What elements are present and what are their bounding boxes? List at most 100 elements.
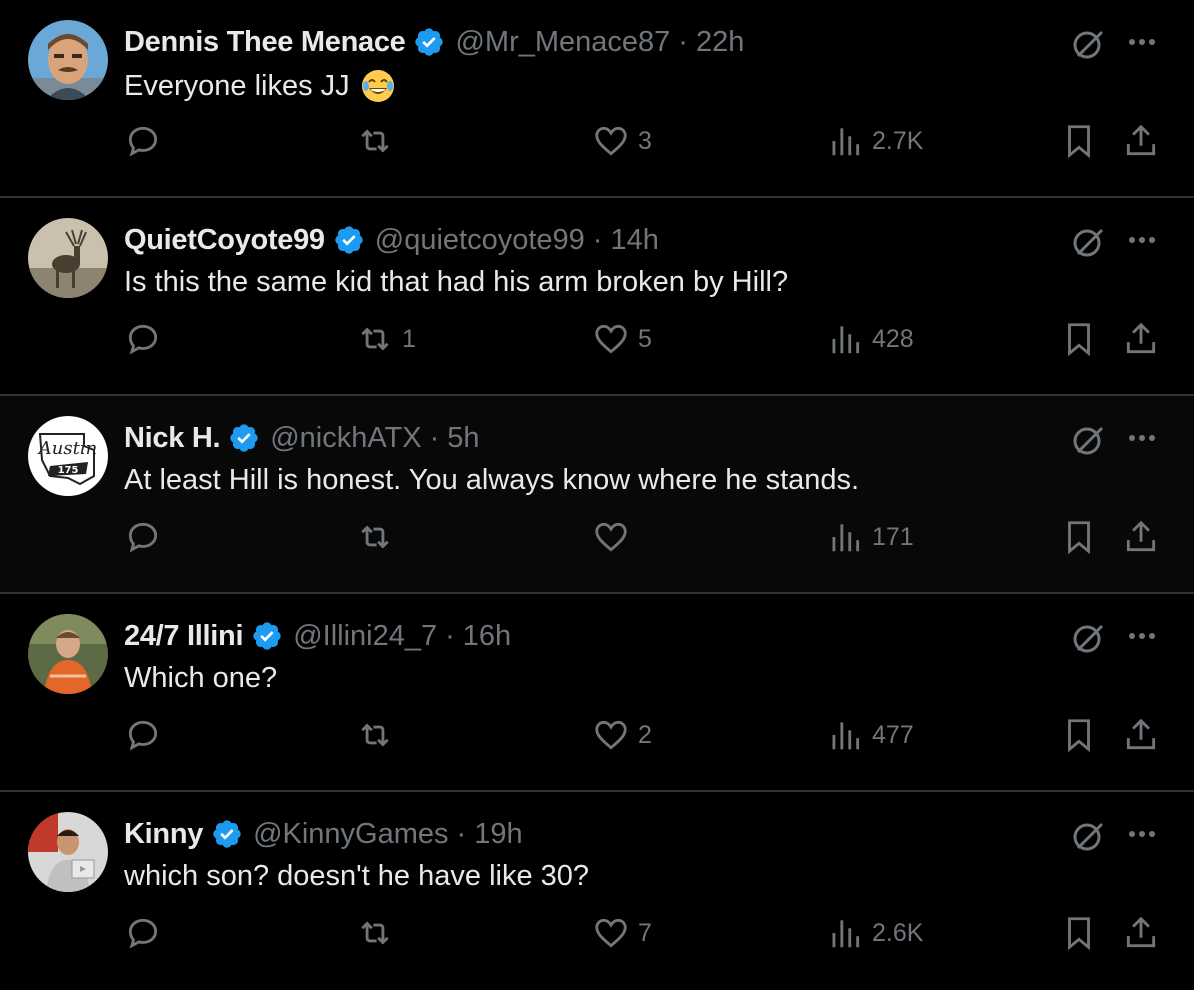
repost-icon	[361, 525, 389, 549]
like-button[interactable]: 2	[592, 716, 652, 754]
reply-button[interactable]	[124, 914, 170, 952]
like-button[interactable]	[592, 518, 638, 556]
repost-button[interactable]	[356, 716, 402, 754]
action-bar: 7 2.6K	[0, 902, 1194, 962]
action-bar: 1 5 428	[0, 308, 1194, 368]
post-text-row: Everyone likes JJ	[124, 68, 396, 104]
verified-badge-icon	[415, 28, 444, 56]
post-header: Nick H. @nickhATX · 5h	[124, 418, 480, 458]
avatar[interactable]	[28, 812, 108, 892]
separator-dot: ·	[592, 223, 603, 256]
avatar[interactable]	[28, 218, 108, 298]
author-handle[interactable]: @quietcoyote99	[375, 224, 585, 257]
share-button[interactable]	[1122, 320, 1160, 358]
bookmark-button[interactable]	[1060, 122, 1098, 160]
share-icon	[1126, 322, 1156, 354]
verified-badge-icon	[230, 424, 258, 452]
more-options-icon[interactable]	[1124, 432, 1160, 444]
avatar[interactable]: Austin 175	[28, 416, 108, 496]
heart-icon	[595, 126, 627, 156]
post[interactable]: Kinny @KinnyGames · 19h which son? doesn…	[0, 792, 1194, 990]
separator-dot: ·	[678, 25, 688, 58]
bookmark-button[interactable]	[1060, 914, 1098, 952]
grok-icon[interactable]	[1070, 818, 1106, 854]
repost-button[interactable]	[356, 122, 402, 160]
author-name[interactable]: QuietCoyote99	[124, 224, 325, 257]
repost-icon	[361, 723, 389, 747]
grok-icon[interactable]	[1070, 620, 1106, 656]
post-text: Is this the same kid that had his arm br…	[124, 266, 789, 298]
more-options-icon[interactable]	[1124, 36, 1160, 48]
repost-button[interactable]	[356, 914, 402, 952]
post-time[interactable]: 14h	[610, 224, 658, 257]
heart-icon	[595, 720, 627, 750]
post-header: 24/7 Illini @Illini24_7 · 16h	[124, 616, 511, 656]
views-icon	[832, 524, 860, 552]
like-button[interactable]: 5	[592, 320, 652, 358]
author-name[interactable]: Nick H.	[124, 422, 221, 455]
post-text-row: Is this the same kid that had his arm br…	[124, 266, 788, 299]
share-button[interactable]	[1122, 518, 1160, 556]
grok-icon[interactable]	[1070, 26, 1106, 62]
grok-icon[interactable]	[1070, 224, 1106, 260]
more-options-icon[interactable]	[1124, 828, 1160, 840]
author-name[interactable]: Dennis Thee Menace	[124, 26, 406, 59]
bookmark-button[interactable]	[1060, 518, 1098, 556]
reply-button[interactable]	[124, 320, 170, 358]
repost-button[interactable]	[356, 518, 402, 556]
action-bar: 171	[0, 506, 1194, 566]
more-options-icon[interactable]	[1124, 630, 1160, 642]
separator-dot: ·	[445, 619, 455, 652]
post-header: Dennis Thee Menace @Mr_Menace87 · 22h	[124, 22, 744, 62]
repost-icon	[361, 921, 389, 945]
author-name[interactable]: Kinny	[124, 818, 203, 851]
share-icon	[1126, 718, 1156, 750]
more-options-icon[interactable]	[1124, 234, 1160, 246]
share-button[interactable]	[1122, 914, 1160, 952]
share-icon	[1126, 520, 1156, 552]
views-icon	[832, 722, 860, 750]
author-handle[interactable]: @KinnyGames	[253, 818, 448, 851]
avatar[interactable]	[28, 20, 108, 100]
post-text: Which one?	[124, 662, 278, 694]
post[interactable]: QuietCoyote99 @quietcoyote99 · 14h Is th…	[0, 198, 1194, 396]
reply-icon	[128, 720, 158, 751]
author-handle[interactable]: @nickhATX	[270, 422, 421, 455]
share-button[interactable]	[1122, 122, 1160, 160]
views-button[interactable]: 171	[826, 518, 914, 556]
post-time[interactable]: 22h	[696, 26, 744, 59]
bookmark-icon	[1068, 125, 1090, 159]
reply-button[interactable]	[124, 716, 170, 754]
reply-button[interactable]	[124, 122, 170, 160]
post[interactable]: 24/7 Illini @Illini24_7 · 16h Which one?…	[0, 594, 1194, 792]
author-name[interactable]: 24/7 Illini	[124, 620, 244, 653]
verified-badge-icon	[213, 820, 241, 848]
heart-icon	[595, 324, 627, 354]
views-button[interactable]: 477	[826, 716, 914, 754]
like-button[interactable]: 7	[592, 914, 652, 952]
bookmark-icon	[1068, 521, 1090, 555]
bookmark-button[interactable]	[1060, 716, 1098, 754]
author-handle[interactable]: @Illini24_7	[293, 620, 437, 653]
like-button[interactable]: 3	[592, 122, 652, 160]
austin-logo-word: Austin	[37, 438, 97, 459]
views-button[interactable]: 2.7K	[826, 122, 923, 160]
author-handle[interactable]: @Mr_Menace87	[455, 26, 670, 59]
post[interactable]: Austin 175 Nick H. @nickhATX · 5h At lea…	[0, 396, 1194, 594]
bookmark-icon	[1068, 719, 1090, 753]
bookmark-button[interactable]	[1060, 320, 1098, 358]
repost-button[interactable]: 1	[356, 320, 416, 358]
reply-button[interactable]	[124, 518, 170, 556]
post-header: Kinny @KinnyGames · 19h	[124, 814, 523, 854]
grok-icon[interactable]	[1070, 422, 1106, 458]
separator-dot: ·	[429, 421, 440, 454]
share-button[interactable]	[1122, 716, 1160, 754]
post-time[interactable]: 5h	[447, 422, 479, 455]
post-time[interactable]: 16h	[463, 620, 511, 653]
bookmark-icon	[1068, 323, 1090, 357]
avatar[interactable]	[28, 614, 108, 694]
views-button[interactable]: 2.6K	[826, 914, 923, 952]
views-button[interactable]: 428	[826, 320, 914, 358]
post-time[interactable]: 19h	[474, 818, 522, 851]
post[interactable]: Dennis Thee Menace @Mr_Menace87 · 22h Ev…	[0, 0, 1194, 198]
